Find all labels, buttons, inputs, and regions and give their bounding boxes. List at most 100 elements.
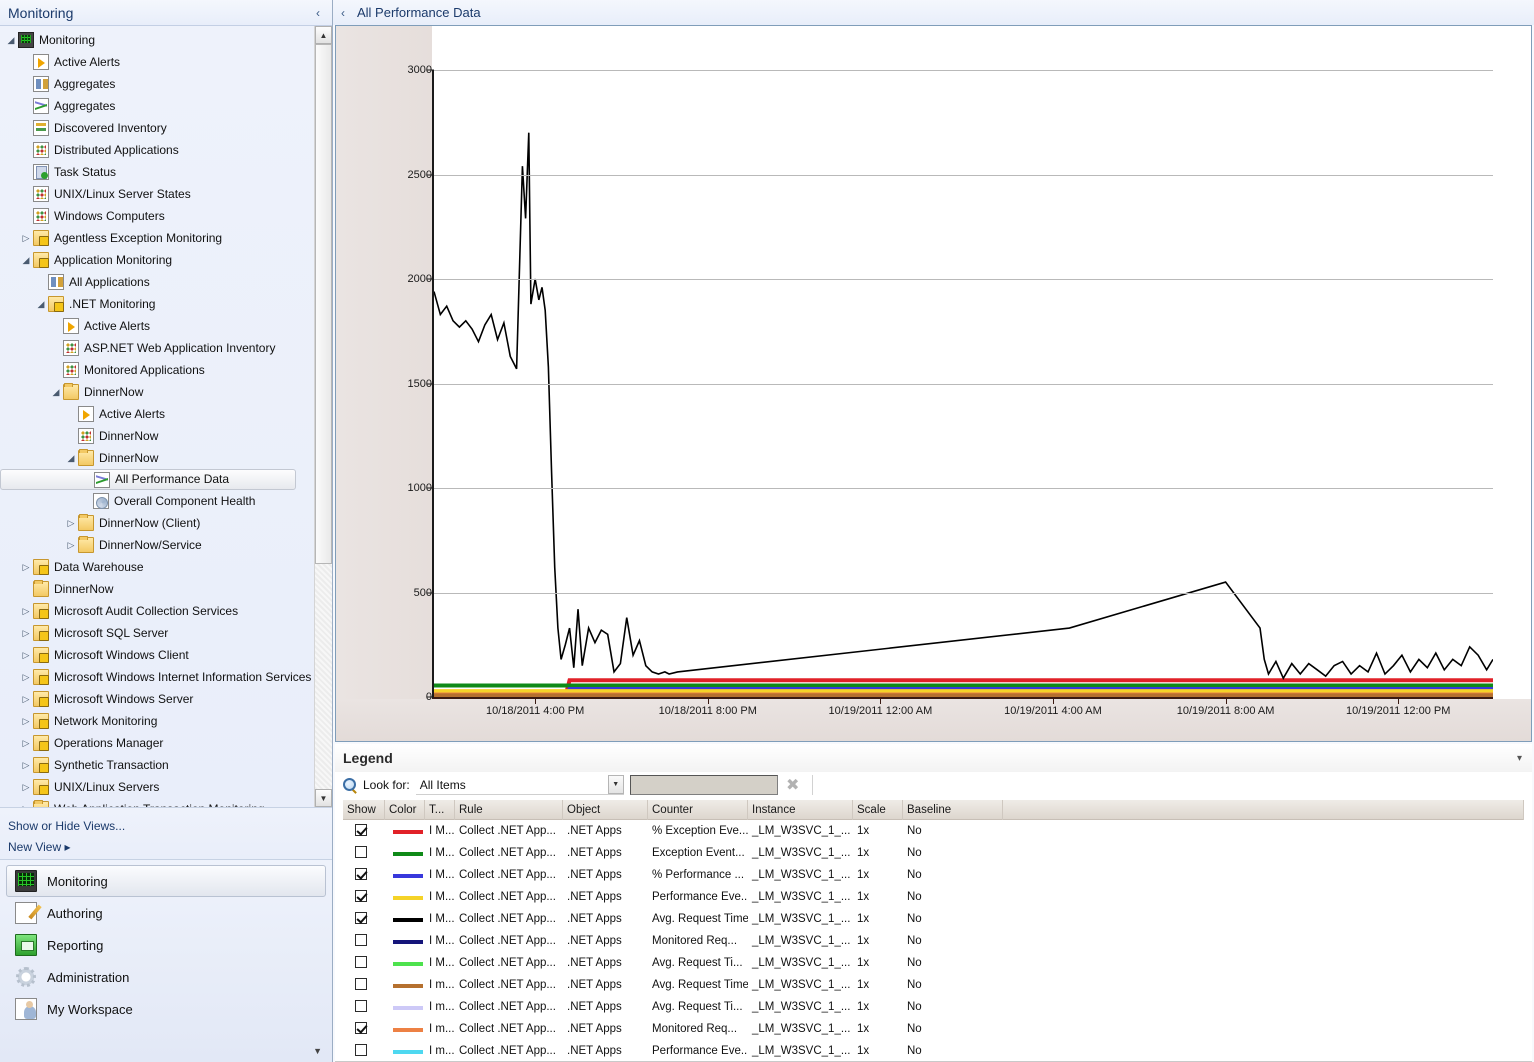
- tree-item-windows-computers[interactable]: Windows Computers: [0, 205, 314, 227]
- tree-item-synthetic-transaction[interactable]: ▷ Synthetic Transaction: [0, 754, 314, 776]
- expand-arrow-icon[interactable]: ▷: [19, 754, 33, 776]
- legend-table[interactable]: Show Color T... Rule Object Counter Inst…: [343, 799, 1524, 1062]
- search-input[interactable]: [629, 775, 778, 795]
- checkbox-checked[interactable]: [355, 911, 367, 924]
- legend-row[interactable]: I m... Collect .NET App... .NET Apps Avg. R…: [343, 996, 1524, 1018]
- tree-item-all-applications[interactable]: All Applications: [0, 271, 314, 293]
- expand-arrow-icon[interactable]: ▷: [19, 688, 33, 710]
- tree-item-application-monitoring[interactable]: ◢ Application Monitoring: [0, 249, 314, 271]
- nav-button-monitoring[interactable]: Monitoring: [6, 865, 326, 897]
- tree-item-microsoft-windows-client[interactable]: ▷ Microsoft Windows Client: [0, 644, 314, 666]
- scrollbar-trough[interactable]: [315, 564, 332, 789]
- checkbox-checked[interactable]: [355, 867, 367, 880]
- tree-item-dinnernow-service[interactable]: ▷ DinnerNow/Service: [0, 534, 314, 556]
- tree-item-web-application-transaction-monitoring[interactable]: ▷ Web Application Transaction Monitoring: [0, 798, 314, 807]
- nav-button-reporting[interactable]: Reporting: [6, 929, 326, 961]
- expand-arrow-icon[interactable]: ▷: [19, 644, 33, 666]
- nav-more-icon[interactable]: ▼: [313, 1046, 322, 1056]
- expand-arrow-icon[interactable]: ▷: [64, 534, 78, 556]
- column-header-baseline[interactable]: Baseline: [903, 799, 1003, 820]
- collapse-arrow-icon[interactable]: ◢: [64, 447, 78, 469]
- legend-row[interactable]: I m... Collect .NET App... .NET Apps Avg. R…: [343, 974, 1524, 996]
- tree-item-monitored-applications[interactable]: Monitored Applications: [0, 359, 314, 381]
- tree-item-data-warehouse[interactable]: ▷ Data Warehouse: [0, 556, 314, 578]
- tree-item-dinnernow[interactable]: DinnerNow: [0, 425, 314, 447]
- checkbox-unchecked[interactable]: [355, 955, 367, 968]
- checkbox-unchecked[interactable]: [355, 977, 367, 990]
- legend-collapse-icon[interactable]: ▾: [1517, 753, 1522, 764]
- legend-row[interactable]: I m... Collect .NET App... .NET Apps Perfor…: [343, 1040, 1524, 1062]
- expand-arrow-icon[interactable]: ▷: [19, 227, 33, 249]
- chevron-down-icon[interactable]: ▼: [607, 775, 624, 794]
- nav-button-administration[interactable]: Administration: [6, 961, 326, 993]
- tree-item-aggregates[interactable]: Aggregates: [0, 73, 314, 95]
- column-header-instance[interactable]: Instance: [748, 799, 853, 820]
- checkbox-checked[interactable]: [355, 889, 367, 902]
- expand-arrow-icon[interactable]: ▷: [19, 710, 33, 732]
- checkbox-unchecked[interactable]: [355, 999, 367, 1012]
- monitoring-tree[interactable]: ◢ Monitoring Active Alerts Aggregates Aggreg…: [0, 26, 314, 807]
- column-header-show[interactable]: Show: [343, 799, 385, 820]
- expand-arrow-icon[interactable]: ▷: [19, 666, 33, 688]
- expand-arrow-icon[interactable]: ▷: [19, 622, 33, 644]
- expand-arrow-icon[interactable]: ▷: [64, 512, 78, 534]
- collapse-left-pane-icon[interactable]: ‹: [312, 6, 324, 20]
- column-header-counter[interactable]: Counter: [648, 799, 748, 820]
- tree-item-microsoft-windows-server[interactable]: ▷ Microsoft Windows Server: [0, 688, 314, 710]
- legend-row[interactable]: I M... Collect .NET App... .NET Apps Avg. R…: [343, 908, 1524, 930]
- legend-row[interactable]: I m... Collect .NET App... .NET Apps Monito…: [343, 1018, 1524, 1040]
- tree-item-unix-linux-servers[interactable]: ▷ UNIX/Linux Servers: [0, 776, 314, 798]
- clear-search-icon[interactable]: ✖: [784, 775, 802, 795]
- tree-item-discovered-inventory[interactable]: Discovered Inventory: [0, 117, 314, 139]
- tree-vertical-scrollbar[interactable]: ▲ ▼: [314, 26, 332, 807]
- expand-arrow-icon[interactable]: ▷: [19, 556, 33, 578]
- tree-item-unix-linux-server-states[interactable]: UNIX/Linux Server States: [0, 183, 314, 205]
- expand-arrow-icon[interactable]: ▷: [19, 776, 33, 798]
- column-header-rule[interactable]: Rule: [455, 799, 563, 820]
- legend-row[interactable]: I M... Collect .NET App... .NET Apps % Exce…: [343, 820, 1524, 842]
- checkbox-unchecked[interactable]: [355, 1043, 367, 1056]
- tree-item-asp-net-web-application-inventory[interactable]: ASP.NET Web Application Inventory: [0, 337, 314, 359]
- legend-row[interactable]: I M... Collect .NET App... .NET Apps Except…: [343, 842, 1524, 864]
- tree-item-microsoft-sql-server[interactable]: ▷ Microsoft SQL Server: [0, 622, 314, 644]
- expand-arrow-icon[interactable]: ▷: [19, 732, 33, 754]
- collapse-content-icon[interactable]: ‹: [341, 6, 345, 20]
- new-view-link[interactable]: New View ▸: [8, 837, 324, 858]
- collapse-arrow-icon[interactable]: ◢: [4, 29, 18, 51]
- column-header-color[interactable]: Color: [385, 799, 425, 820]
- tree-item-dinnernow[interactable]: DinnerNow: [0, 578, 314, 600]
- tree-item-overall-component-health[interactable]: Overall Component Health: [0, 490, 314, 512]
- tree-item-active-alerts[interactable]: Active Alerts: [0, 51, 314, 73]
- collapse-arrow-icon[interactable]: ◢: [34, 293, 48, 315]
- column-header-scale[interactable]: Scale: [853, 799, 903, 820]
- scroll-up-button[interactable]: ▲: [315, 26, 332, 44]
- scroll-down-button[interactable]: ▼: [315, 789, 332, 807]
- tree-item-operations-manager[interactable]: ▷ Operations Manager: [0, 732, 314, 754]
- legend-row[interactable]: I M... Collect .NET App... .NET Apps Perfor…: [343, 886, 1524, 908]
- tree-item-dinnernow[interactable]: ◢ DinnerNow: [0, 381, 314, 403]
- tree-item-aggregates[interactable]: Aggregates: [0, 95, 314, 117]
- checkbox-unchecked[interactable]: [355, 845, 367, 858]
- scrollbar-thumb[interactable]: [315, 44, 332, 564]
- column-header-type[interactable]: T...: [425, 799, 455, 820]
- checkbox-checked[interactable]: [355, 823, 367, 836]
- tree-item-dinnernow-client[interactable]: ▷ DinnerNow (Client): [0, 512, 314, 534]
- tree-item-microsoft-audit-collection-services[interactable]: ▷ Microsoft Audit Collection Services: [0, 600, 314, 622]
- column-header-object[interactable]: Object: [563, 799, 648, 820]
- tree-item-active-alerts[interactable]: Active Alerts: [0, 403, 314, 425]
- expand-arrow-icon[interactable]: ▷: [19, 600, 33, 622]
- chart-plot-area[interactable]: 0 500 1000 1500 2000 2500 3000 10/18/2011 4:00 …: [408, 64, 1493, 717]
- tree-item-active-alerts[interactable]: Active Alerts: [0, 315, 314, 337]
- tree-item-dinnernow[interactable]: ◢ DinnerNow: [0, 447, 314, 469]
- scope-dropdown[interactable]: All Items ▼: [415, 775, 624, 795]
- nav-button-my-workspace[interactable]: My Workspace: [6, 993, 326, 1025]
- tree-item-network-monitoring[interactable]: ▷ Network Monitoring: [0, 710, 314, 732]
- legend-row[interactable]: I M... Collect .NET App... .NET Apps % Perf…: [343, 864, 1524, 886]
- legend-row[interactable]: I M... Collect .NET App... .NET Apps Monito…: [343, 930, 1524, 952]
- tree-item-distributed-applications[interactable]: Distributed Applications: [0, 139, 314, 161]
- checkbox-checked[interactable]: [355, 1021, 367, 1034]
- legend-table-body[interactable]: I M... Collect .NET App... .NET Apps % Exce…: [343, 820, 1524, 1062]
- nav-button-authoring[interactable]: Authoring: [6, 897, 326, 929]
- tree-item-microsoft-windows-internet-information-services[interactable]: ▷ Microsoft Windows Internet Information …: [0, 666, 314, 688]
- tree-item-task-status[interactable]: Task Status: [0, 161, 314, 183]
